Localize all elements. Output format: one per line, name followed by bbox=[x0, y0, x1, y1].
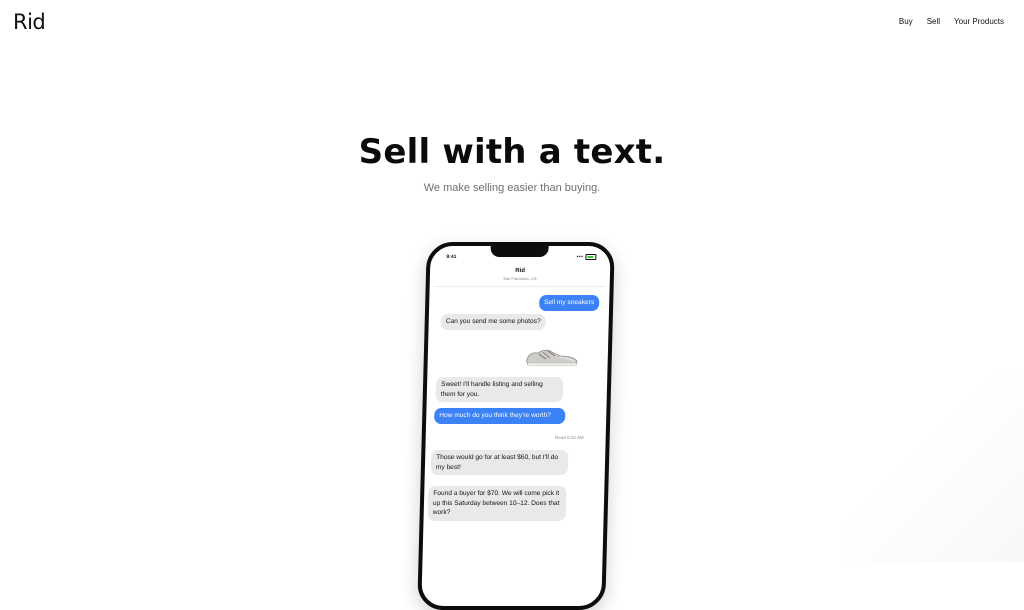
message-outgoing: How much do you think they're worth? bbox=[434, 408, 566, 424]
nav-buy[interactable]: Buy bbox=[899, 17, 913, 26]
contact-location: San Francisco, CA bbox=[503, 276, 537, 281]
status-icons: ••• bbox=[577, 254, 597, 260]
message-incoming: Those would go for at least $60, but I'l… bbox=[430, 450, 569, 476]
header-divider bbox=[433, 286, 606, 287]
brand-logo[interactable]: Rid bbox=[13, 10, 46, 34]
phone-notch bbox=[490, 245, 549, 257]
contact-name: Rid bbox=[515, 268, 525, 274]
status-time: 9:41 bbox=[446, 254, 457, 260]
battery-icon bbox=[585, 254, 597, 260]
hero-title: Sell with a text. bbox=[358, 132, 666, 172]
read-receipt: Read 6:42 AM bbox=[555, 435, 584, 440]
message-outgoing: Sell my sneakers bbox=[538, 295, 600, 311]
message-incoming: Can you send me some photos? bbox=[440, 314, 546, 330]
nav-sell[interactable]: Sell bbox=[927, 17, 940, 26]
message-incoming: Sweet! I'll handle listing and selling t… bbox=[435, 377, 564, 403]
signal-icon: ••• bbox=[576, 254, 584, 260]
background-fade bbox=[844, 372, 1024, 562]
sneaker-photo-icon bbox=[526, 349, 578, 366]
hero-subtitle: We make selling easier than buying. bbox=[423, 182, 601, 194]
nav-your-products[interactable]: Your Products bbox=[954, 17, 1004, 26]
top-nav: Buy Sell Your Products bbox=[885, 17, 1004, 26]
phone-mockup: 9:41 ••• Rid San Francisco, CA Sell my s… bbox=[417, 242, 615, 610]
message-incoming: Found a buyer for $70. We will come pick… bbox=[427, 486, 567, 521]
